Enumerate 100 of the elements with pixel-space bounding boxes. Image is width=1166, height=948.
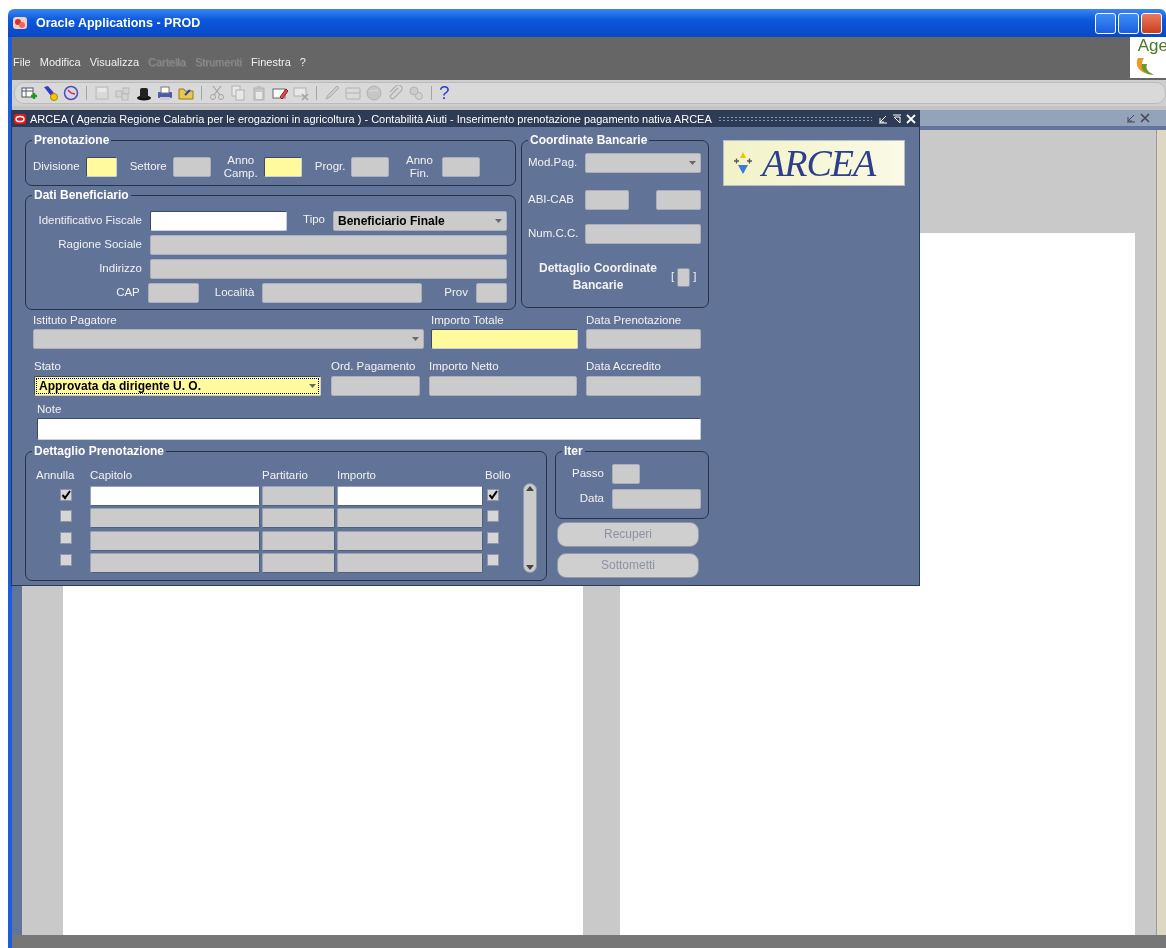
input-field[interactable]	[431, 329, 578, 350]
table-cell-field[interactable]	[90, 508, 260, 529]
checkbox[interactable]	[60, 554, 72, 567]
input-field[interactable]	[612, 488, 701, 509]
field-label: Divisione	[33, 159, 80, 175]
down-arrow-icon[interactable]	[526, 564, 534, 570]
up-arrow-icon[interactable]	[526, 485, 534, 491]
table-cell-field[interactable]	[262, 486, 335, 507]
field-label: Ragione Sociale	[57, 237, 142, 253]
checkbox[interactable]	[60, 531, 72, 544]
window-title: Oracle Applications - PROD	[36, 14, 201, 32]
input-field[interactable]	[656, 190, 701, 210]
menu-item[interactable]: Finestra	[251, 53, 291, 70]
input-field[interactable]	[172, 157, 211, 177]
scrollbar[interactable]	[1156, 130, 1166, 935]
input-field[interactable]	[37, 417, 701, 440]
input-field[interactable]	[586, 329, 701, 350]
caret-icon	[689, 161, 696, 165]
section-title: Prenotazione	[32, 133, 112, 147]
input-field[interactable]	[262, 283, 423, 303]
field-label: Istituto Pagatore	[33, 313, 118, 328]
input-field[interactable]	[586, 375, 701, 396]
help-button[interactable]: ?	[439, 83, 450, 103]
column-header: Bollo	[485, 467, 512, 483]
column-header: Annulla	[35, 467, 76, 483]
dropdown[interactable]: Approvata da dirigente U. O.	[34, 375, 321, 396]
field-label: Settore	[129, 159, 167, 175]
field-label: CAP	[115, 285, 140, 301]
input-field[interactable]	[585, 224, 701, 244]
field-label: Stato	[34, 359, 62, 375]
input-field[interactable]	[150, 211, 287, 231]
caret-icon	[309, 383, 316, 388]
maximize-icon[interactable]	[892, 114, 902, 124]
checkbox[interactable]	[60, 488, 72, 501]
field-label: Importo Totale	[431, 313, 505, 328]
input-field[interactable]	[150, 259, 507, 279]
menu-item[interactable]: ?	[299, 53, 306, 70]
table-cell-field[interactable]	[337, 486, 483, 507]
input-field[interactable]	[612, 463, 640, 484]
field-label: Indirizzo	[98, 261, 142, 277]
menu-item[interactable]: Modifica	[39, 53, 81, 70]
table-cell-field[interactable]	[337, 508, 483, 529]
minimize-button[interactable]	[1095, 12, 1116, 34]
input-field[interactable]	[85, 157, 117, 177]
table-cell-field[interactable]	[262, 530, 335, 551]
close-button[interactable]	[1141, 12, 1162, 34]
logo-text: ARCEA	[762, 143, 876, 183]
caret-icon	[495, 219, 502, 223]
compass-icon[interactable]	[63, 85, 79, 101]
table-cell-field[interactable]	[337, 530, 483, 551]
input-field[interactable]	[476, 283, 507, 303]
field-label: Mod.Pag.	[528, 155, 579, 171]
section-title: Iter	[562, 443, 585, 458]
checkbox[interactable]	[677, 267, 691, 287]
table-cell-field[interactable]	[262, 508, 335, 529]
maximize-button[interactable]	[1118, 12, 1139, 34]
input-field[interactable]	[263, 157, 302, 177]
field-label: Prov	[444, 285, 468, 301]
checkbox[interactable]	[487, 488, 499, 501]
input-field[interactable]	[150, 235, 507, 255]
bracket-text: [	[671, 269, 675, 285]
input-field[interactable]	[442, 157, 481, 177]
eraser-icon[interactable]	[272, 85, 288, 101]
table-cell-field[interactable]	[262, 552, 335, 573]
folder-icon[interactable]	[178, 85, 194, 101]
field-label: Note	[37, 401, 63, 417]
section-title: Dati Beneficiario	[32, 188, 131, 202]
field-label: Data	[578, 491, 604, 507]
dropdown[interactable]: Beneficiario Finale	[333, 211, 507, 231]
field-label: Dettaglio Coordinate Bancarie	[538, 260, 658, 294]
flashlight-icon[interactable]	[42, 85, 58, 101]
input-field[interactable]	[331, 375, 420, 396]
hat-icon[interactable]	[136, 85, 152, 101]
menu-item[interactable]: Visualizza	[89, 53, 140, 70]
section-title: Coordinate Bancarie	[528, 133, 650, 147]
input-field[interactable]	[429, 375, 577, 396]
field-label: Ord. Pagamento	[331, 359, 417, 375]
oracle-logo-icon	[14, 114, 26, 124]
table-cell-field[interactable]	[337, 552, 483, 573]
column-header: Capitolo	[90, 467, 134, 483]
scrollbar[interactable]	[523, 482, 537, 573]
form-title: ARCEA ( Agenzia Regione Calabria per le erogazioni in agricoltura ) - Contabilità Aiuti - Inserimento prenotazione pagamento nativa ARCEA	[30, 111, 712, 127]
field-label: Data Prenotazione	[586, 313, 683, 328]
checkbox[interactable]	[487, 531, 499, 544]
checkbox[interactable]	[487, 554, 499, 567]
table-cell-field[interactable]	[90, 530, 260, 551]
printer-icon[interactable]	[157, 85, 173, 101]
app-icon	[12, 15, 28, 31]
dropdown[interactable]	[33, 329, 424, 350]
field-label: Num.C.C.	[528, 226, 580, 242]
menu-item[interactable]: File	[13, 53, 31, 70]
checkbox[interactable]	[60, 509, 72, 522]
input-field[interactable]	[147, 283, 199, 303]
input-field[interactable]	[585, 190, 629, 210]
table-cell-field[interactable]	[90, 486, 260, 507]
checkbox[interactable]	[487, 509, 499, 522]
table-plus-icon[interactable]	[21, 85, 37, 101]
emblem-icon	[732, 151, 754, 175]
input-field[interactable]	[351, 157, 390, 177]
table-cell-field[interactable]	[90, 552, 260, 573]
